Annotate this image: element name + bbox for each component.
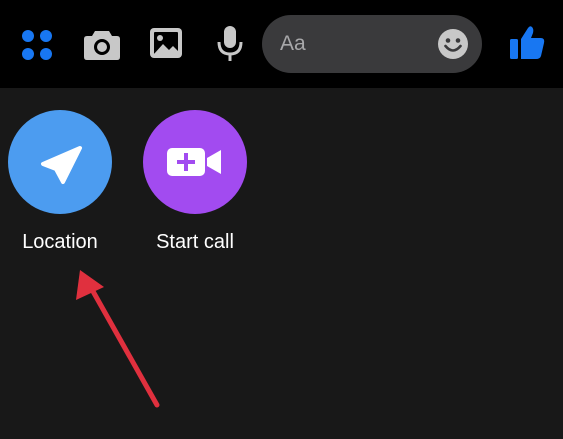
emoji-icon[interactable] bbox=[437, 28, 469, 60]
messenger-screen: Location Start call bbox=[0, 0, 563, 439]
apps-grid-icon[interactable] bbox=[20, 28, 54, 62]
thumbs-up-icon[interactable] bbox=[508, 24, 546, 62]
composer-toolbar bbox=[0, 0, 563, 88]
message-input[interactable] bbox=[280, 27, 430, 61]
location-action[interactable]: Location bbox=[8, 110, 112, 260]
location-label: Location bbox=[22, 231, 98, 253]
video-call-add-icon bbox=[167, 148, 221, 176]
start-call-action[interactable]: Start call bbox=[143, 110, 247, 260]
message-composer[interactable] bbox=[262, 15, 482, 73]
camera-icon[interactable] bbox=[83, 26, 121, 62]
gallery-icon[interactable] bbox=[148, 26, 184, 60]
microphone-icon[interactable] bbox=[214, 24, 246, 64]
location-button[interactable] bbox=[8, 110, 112, 214]
location-arrow-icon bbox=[41, 146, 82, 184]
start-call-label: Start call bbox=[156, 231, 234, 253]
start-call-button[interactable] bbox=[143, 110, 247, 214]
